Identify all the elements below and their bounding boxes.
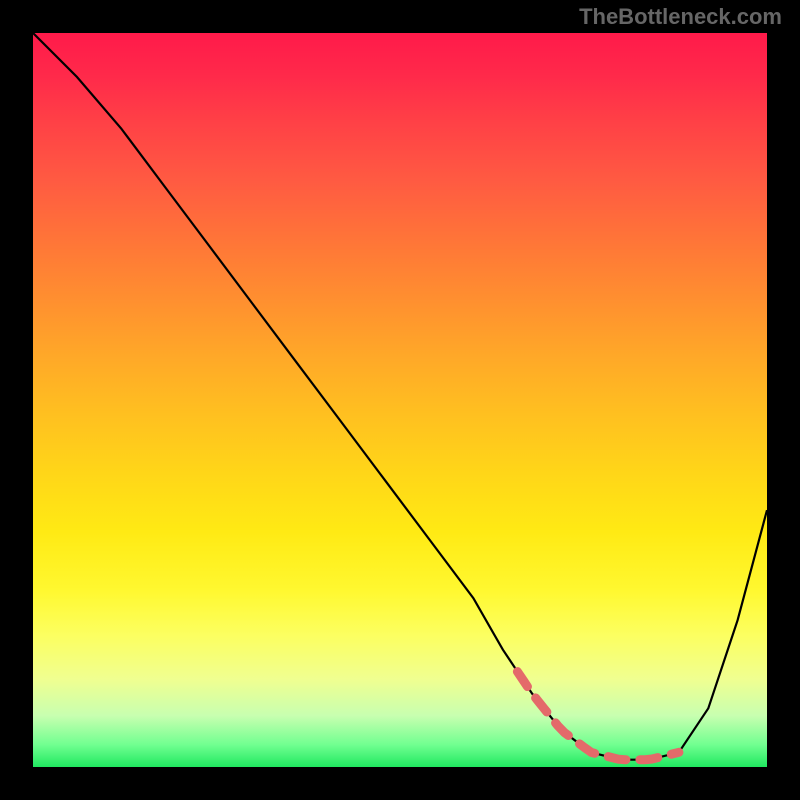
- chart-svg: [33, 33, 767, 767]
- plot-area: [33, 33, 767, 767]
- watermark-text: TheBottleneck.com: [579, 4, 782, 30]
- bottleneck-curve-line: [33, 33, 767, 760]
- optimal-range-marker: [517, 672, 679, 760]
